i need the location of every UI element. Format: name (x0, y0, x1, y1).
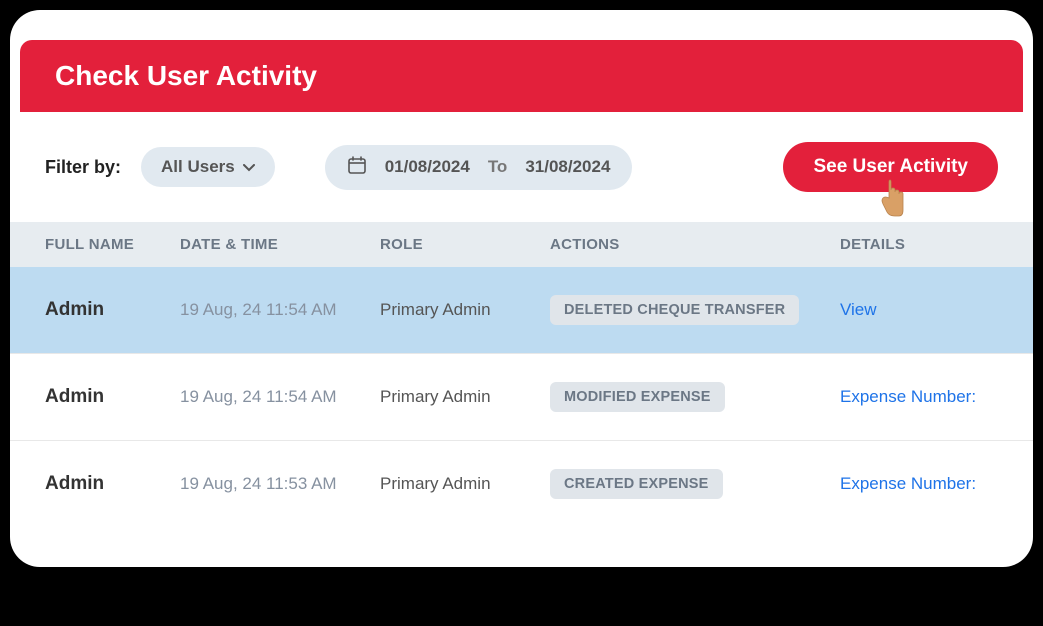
see-activity-button[interactable]: See User Activity (783, 142, 998, 192)
cell-action: MODIFIED EXPENSE (550, 382, 840, 412)
action-badge: CREATED EXPENSE (550, 469, 723, 499)
filter-bar: Filter by: All Users 01/08/2024 To 31/08… (10, 142, 1033, 222)
cell-action: CREATED EXPENSE (550, 469, 840, 499)
cell-fullname: Admin (45, 386, 180, 408)
cell-datetime: 19 Aug, 24 11:53 AM (180, 474, 380, 494)
cell-detail: View (840, 300, 998, 320)
col-datetime: DATE & TIME (180, 236, 380, 253)
from-date: 01/08/2024 (385, 157, 470, 177)
cell-action: DELETED CHEQUE TRANSFER (550, 295, 840, 325)
cell-datetime: 19 Aug, 24 11:54 AM (180, 387, 380, 407)
table-row: Admin19 Aug, 24 11:53 AMPrimary AdminCRE… (10, 441, 1033, 527)
table-row: Admin19 Aug, 24 11:54 AMPrimary AdminMOD… (10, 354, 1033, 441)
pointer-hand-icon (871, 172, 911, 224)
table-header: FULL NAME DATE & TIME ROLE ACTIONS DETAI… (10, 222, 1033, 267)
activity-table: FULL NAME DATE & TIME ROLE ACTIONS DETAI… (10, 222, 1033, 527)
page-title: Check User Activity (55, 60, 988, 92)
range-label: To (488, 157, 508, 177)
date-range-picker[interactable]: 01/08/2024 To 31/08/2024 (325, 145, 633, 190)
filter-label: Filter by: (45, 157, 121, 178)
detail-link[interactable]: Expense Number: (840, 387, 976, 406)
col-role: ROLE (380, 236, 550, 253)
cell-fullname: Admin (45, 299, 180, 321)
detail-link[interactable]: View (840, 300, 877, 319)
cell-fullname: Admin (45, 473, 180, 495)
action-badge: MODIFIED EXPENSE (550, 382, 725, 412)
cell-datetime: 19 Aug, 24 11:54 AM (180, 300, 380, 320)
chevron-down-icon (243, 160, 255, 175)
cell-role: Primary Admin (380, 300, 550, 320)
cell-role: Primary Admin (380, 474, 550, 494)
col-fullname: FULL NAME (45, 236, 180, 253)
calendar-icon (347, 155, 367, 180)
action-badge: DELETED CHEQUE TRANSFER (550, 295, 799, 325)
table-body: Admin19 Aug, 24 11:54 AMPrimary AdminDEL… (10, 267, 1033, 527)
cell-detail: Expense Number: (840, 387, 998, 407)
user-filter-dropdown[interactable]: All Users (141, 147, 275, 187)
cell-role: Primary Admin (380, 387, 550, 407)
cell-detail: Expense Number: (840, 474, 998, 494)
user-filter-value: All Users (161, 157, 235, 177)
activity-card: Check User Activity Filter by: All Users… (10, 10, 1033, 567)
detail-link[interactable]: Expense Number: (840, 474, 976, 493)
to-date: 31/08/2024 (525, 157, 610, 177)
col-actions: ACTIONS (550, 236, 840, 253)
table-row: Admin19 Aug, 24 11:54 AMPrimary AdminDEL… (10, 267, 1033, 354)
header-bar: Check User Activity (20, 40, 1023, 112)
col-details: DETAILS (840, 236, 998, 253)
